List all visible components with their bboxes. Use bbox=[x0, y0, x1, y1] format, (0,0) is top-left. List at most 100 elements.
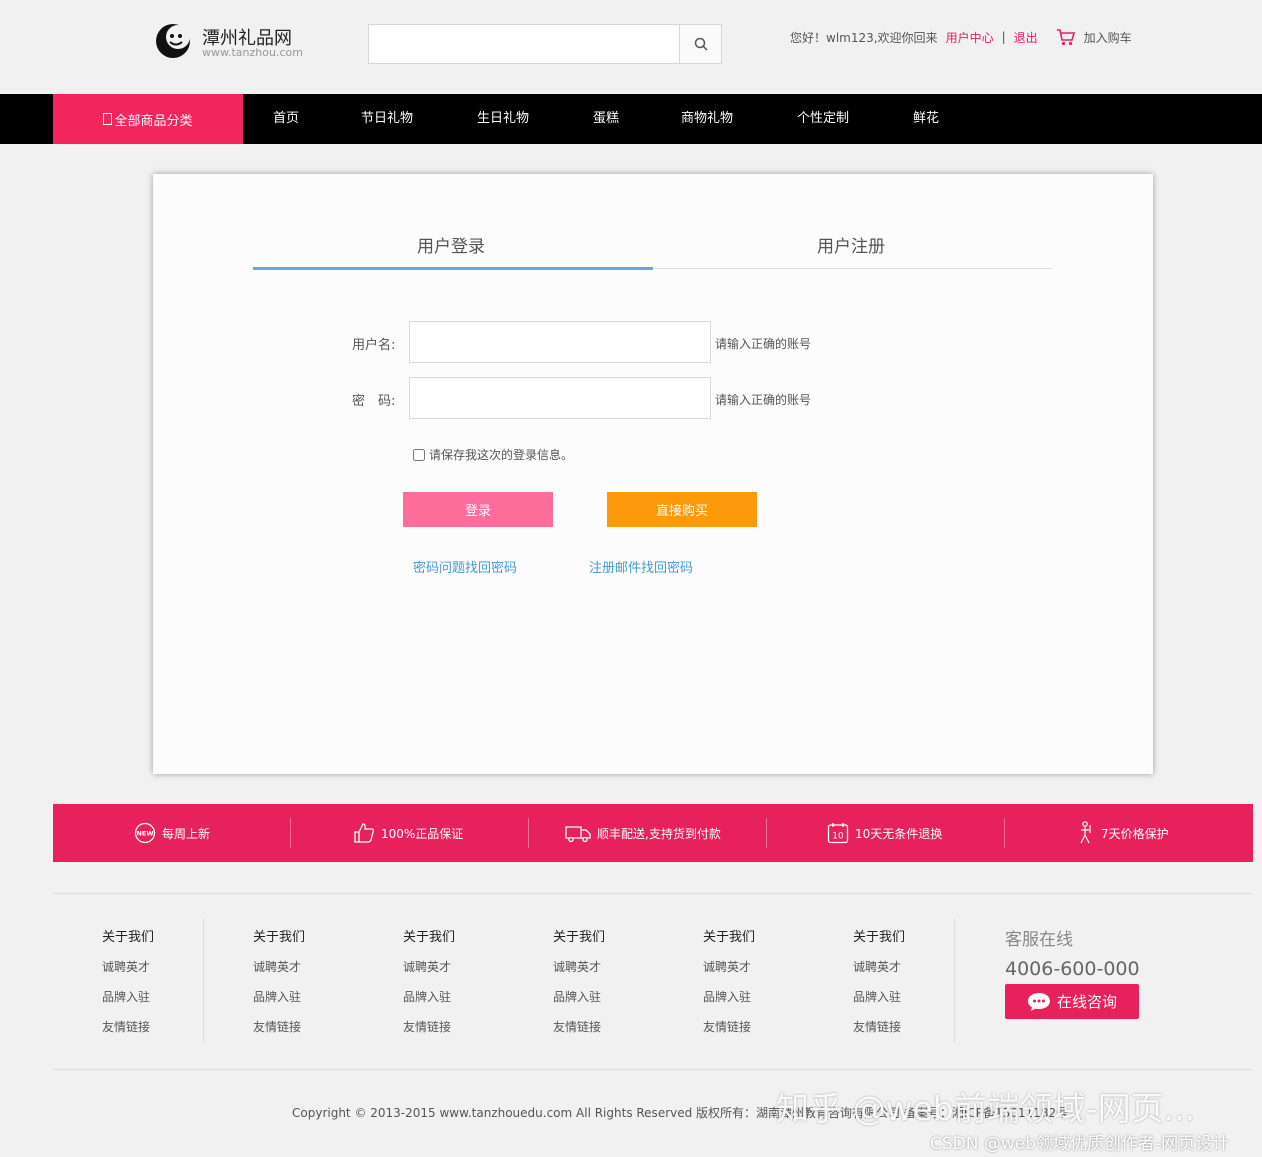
footer-column-title[interactable]: 关于我们 bbox=[403, 926, 455, 945]
nav-item-home[interactable]: 首页 bbox=[273, 94, 299, 144]
online-consult-button[interactable]: 在线咨询 bbox=[1005, 984, 1139, 1019]
menu-icon bbox=[103, 113, 113, 125]
feature-label: 顺丰配送,支持货到付款 bbox=[597, 826, 721, 841]
nav-item-birthday-gifts[interactable]: 生日礼物 bbox=[477, 94, 529, 144]
service-title: 客服在线 bbox=[1005, 930, 1073, 950]
footer-column: 关于我们 诚聘英才 品牌入驻 友情链接 bbox=[403, 926, 455, 1048]
footer-link[interactable]: 诚聘英才 bbox=[553, 958, 605, 974]
tab-login[interactable]: 用户登录 bbox=[417, 232, 485, 257]
feature-divider bbox=[766, 818, 767, 848]
login-card bbox=[153, 174, 1153, 774]
nav-item-flowers[interactable]: 鲜花 bbox=[913, 94, 939, 144]
chat-bubble-icon bbox=[1027, 992, 1050, 1011]
footer-link[interactable]: 诚聘英才 bbox=[853, 958, 905, 974]
logo-url: www.tanzhou.com bbox=[202, 46, 303, 59]
footer-link[interactable]: 品牌入驻 bbox=[403, 988, 455, 1004]
footer-link[interactable]: 诚聘英才 bbox=[403, 958, 455, 974]
search-bar bbox=[368, 24, 722, 64]
footer-column: 关于我们 诚聘英才 品牌入驻 友情链接 bbox=[553, 926, 605, 1048]
user-center-link[interactable]: 用户中心 bbox=[946, 29, 994, 46]
footer-bottom-divider bbox=[53, 1069, 1253, 1070]
cart-icon[interactable] bbox=[1056, 28, 1076, 46]
logo-icon[interactable] bbox=[155, 23, 191, 59]
feature-divider bbox=[290, 818, 291, 848]
password-hint: 请输入正确的账号 bbox=[715, 393, 812, 407]
feature-label: 10天无条件退换 bbox=[855, 826, 943, 841]
footer-column-title[interactable]: 关于我们 bbox=[253, 926, 305, 945]
feature-label: 100%正品保证 bbox=[381, 826, 464, 841]
logout-link[interactable]: 退出 bbox=[1014, 29, 1038, 46]
zhihu-watermark: 知乎 @web前端领域-网页... bbox=[776, 1089, 1196, 1128]
svg-text:10: 10 bbox=[832, 832, 844, 842]
feature-price-guard: 7天价格保护 bbox=[1077, 804, 1169, 862]
svg-text:NEW: NEW bbox=[136, 830, 153, 838]
footer-link[interactable]: 品牌入驻 bbox=[553, 988, 605, 1004]
feature-genuine: 100%正品保证 bbox=[353, 804, 463, 862]
cart-link[interactable]: 加入购车 bbox=[1084, 29, 1132, 46]
feature-divider bbox=[1004, 818, 1005, 848]
password-label: 密 码: bbox=[352, 394, 396, 409]
search-input[interactable] bbox=[369, 25, 679, 63]
new-badge-icon: NEW bbox=[134, 822, 156, 844]
csdn-watermark: CSDN @web领域优质创作者-网页设计 bbox=[930, 1134, 1230, 1154]
greeting-text: 您好！wlm123,欢迎你回来 bbox=[790, 30, 938, 45]
username-label: 用户名: bbox=[352, 338, 396, 353]
feature-label: 每周上新 bbox=[162, 826, 211, 841]
footer-link[interactable]: 友情链接 bbox=[703, 1018, 755, 1034]
separator: | bbox=[1001, 30, 1006, 44]
footer-link[interactable]: 诚聘英才 bbox=[102, 958, 154, 974]
all-categories-label: 全部商品分类 bbox=[114, 113, 193, 129]
feature-return: 10 10天无条件退换 bbox=[827, 804, 942, 862]
footer-link[interactable]: 友情链接 bbox=[102, 1018, 154, 1034]
calendar-10-icon: 10 bbox=[827, 823, 849, 844]
footer-column-title[interactable]: 关于我们 bbox=[553, 926, 605, 945]
footer-link[interactable]: 诚聘英才 bbox=[253, 958, 305, 974]
remember-checkbox[interactable] bbox=[413, 448, 425, 461]
price-guard-icon bbox=[1080, 821, 1091, 844]
delivery-truck-icon bbox=[565, 826, 591, 843]
footer-column-divider bbox=[954, 919, 955, 1043]
password-input[interactable] bbox=[409, 377, 711, 419]
footer-link[interactable]: 品牌入驻 bbox=[703, 988, 755, 1004]
recover-by-question-link[interactable]: 密码问题找回密码 bbox=[413, 557, 517, 576]
feature-divider bbox=[528, 818, 529, 848]
nav-item-customization[interactable]: 个性定制 bbox=[797, 94, 849, 144]
footer-column: 关于我们 诚聘英才 品牌入驻 友情链接 bbox=[102, 926, 154, 1048]
username-hint: 请输入正确的账号 bbox=[715, 337, 812, 351]
footer-link[interactable]: 品牌入驻 bbox=[853, 988, 905, 1004]
feature-label: 7天价格保护 bbox=[1101, 826, 1169, 841]
nav-item-cake[interactable]: 蛋糕 bbox=[593, 94, 619, 144]
all-categories-button[interactable]: 全部商品分类 bbox=[53, 94, 243, 144]
thumbs-up-icon bbox=[354, 823, 374, 843]
footer-link[interactable]: 品牌入驻 bbox=[102, 988, 154, 1004]
search-icon bbox=[694, 37, 708, 51]
buy-now-button[interactable]: 直接购买 bbox=[607, 492, 757, 527]
online-consult-label: 在线咨询 bbox=[1056, 993, 1117, 1011]
footer-column-title[interactable]: 关于我们 bbox=[853, 926, 905, 945]
footer-link[interactable]: 品牌入驻 bbox=[253, 988, 305, 1004]
footer-link[interactable]: 友情链接 bbox=[253, 1018, 305, 1034]
feature-delivery: 顺丰配送,支持货到付款 bbox=[565, 804, 721, 862]
footer-link[interactable]: 诚聘英才 bbox=[703, 958, 755, 974]
footer-column-title[interactable]: 关于我们 bbox=[102, 926, 154, 945]
search-button[interactable] bbox=[679, 25, 721, 63]
login-button[interactable]: 登录 bbox=[403, 492, 553, 527]
footer-top-divider bbox=[53, 893, 1253, 894]
footer-column-divider bbox=[203, 919, 204, 1043]
footer-link[interactable]: 友情链接 bbox=[553, 1018, 605, 1034]
username-input[interactable] bbox=[409, 321, 711, 363]
footer-link[interactable]: 友情链接 bbox=[853, 1018, 905, 1034]
footer-column: 关于我们 诚聘英才 品牌入驻 友情链接 bbox=[853, 926, 905, 1048]
footer-link[interactable]: 友情链接 bbox=[403, 1018, 455, 1034]
footer-column: 关于我们 诚聘英才 品牌入驻 友情链接 bbox=[703, 926, 755, 1048]
recover-by-email-link[interactable]: 注册邮件找回密码 bbox=[589, 557, 693, 576]
footer-column-title[interactable]: 关于我们 bbox=[703, 926, 755, 945]
remember-login[interactable]: 请保存我这次的登录信息。 bbox=[413, 446, 573, 463]
tab-register[interactable]: 用户注册 bbox=[817, 232, 885, 257]
footer-column: 关于我们 诚聘英才 品牌入驻 友情链接 bbox=[253, 926, 305, 1048]
nav-item-holiday-gifts[interactable]: 节日礼物 bbox=[361, 94, 413, 144]
nav-item-business-gifts[interactable]: 商物礼物 bbox=[681, 94, 733, 144]
service-phone: 4006-600-000 bbox=[1005, 958, 1140, 980]
remember-label: 请保存我这次的登录信息。 bbox=[429, 448, 574, 462]
user-bar: 您好！wlm123,欢迎你回来 用户中心 | 退出 加入购车 bbox=[790, 28, 1132, 46]
